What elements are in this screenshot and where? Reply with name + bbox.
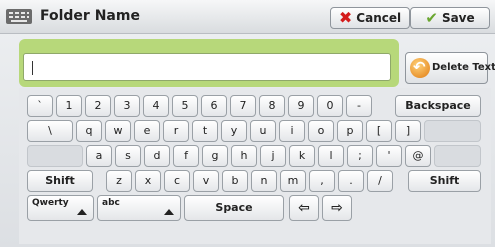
key[interactable]: w [105,120,131,142]
key[interactable]: 8 [259,95,285,117]
layout-label: Qwerty [32,198,69,208]
key[interactable]: s [115,145,141,167]
key[interactable]: 5 [172,95,198,117]
triangle-up-icon [164,209,174,215]
key[interactable]: u [250,120,276,142]
key[interactable]: d [144,145,170,167]
key[interactable]: 1 [56,95,82,117]
key[interactable]: i [279,120,305,142]
keyboard-icon [6,9,32,24]
key[interactable]: [ [366,120,392,142]
key[interactable]: ` [27,95,53,117]
key[interactable]: r [163,120,189,142]
key[interactable]: , [309,170,335,192]
key[interactable]: q [76,120,102,142]
key[interactable]: . [338,170,364,192]
cancel-button[interactable]: ✖ Cancel [330,7,410,29]
blank-key [424,120,481,142]
key[interactable]: ] [395,120,421,142]
key[interactable]: l [318,145,344,167]
key[interactable]: g [202,145,228,167]
key[interactable]: o [308,120,334,142]
key[interactable]: 3 [114,95,140,117]
delete-text-button[interactable]: Delete Text [405,52,495,84]
key[interactable]: t [192,120,218,142]
on-screen-keyboard: ` 1 2 3 4 5 6 7 8 9 0 - Backspace \ q w … [19,88,491,244]
save-button[interactable]: ✔ Save [410,7,490,29]
check-icon: ✔ [425,8,438,27]
text-caret [32,61,33,75]
key[interactable]: z [106,170,132,192]
key[interactable]: f [173,145,199,167]
left-arrow-key[interactable]: ⇦ [289,195,319,221]
blank-key [27,145,83,167]
key[interactable]: j [260,145,286,167]
undo-icon [410,58,430,78]
layout-select-qwerty[interactable]: Qwerty [27,195,94,221]
key[interactable]: b [222,170,248,192]
page-title: Folder Name [40,8,140,24]
cancel-label: Cancel [356,11,402,25]
header-bar: Folder Name ✖ Cancel ✔ Save [0,0,495,34]
key[interactable]: e [134,120,160,142]
key[interactable]: ' [376,145,402,167]
triangle-up-icon [77,209,87,215]
key[interactable]: - [346,95,372,117]
key[interactable]: 4 [143,95,169,117]
shift-left-key[interactable]: Shift [27,170,93,192]
key[interactable]: x [135,170,161,192]
key[interactable]: 7 [230,95,256,117]
key[interactable]: k [289,145,315,167]
key[interactable]: h [231,145,257,167]
key[interactable]: y [221,120,247,142]
key[interactable]: 2 [85,95,111,117]
close-icon: ✖ [338,8,353,27]
blank-key [434,145,481,167]
key[interactable]: p [337,120,363,142]
key[interactable]: a [86,145,112,167]
arrow-right-icon: ⇨ [331,200,343,216]
key[interactable]: c [164,170,190,192]
arrow-left-icon: ⇦ [298,200,310,216]
charset-select-abc[interactable]: abc [97,195,181,221]
space-key[interactable]: Space [184,195,284,221]
key[interactable]: 0 [317,95,343,117]
key[interactable]: @ [405,145,431,167]
charset-label: abc [102,198,120,208]
save-label: Save [441,11,475,25]
key[interactable]: v [193,170,219,192]
folder-name-input[interactable] [23,53,391,81]
key[interactable]: n [251,170,277,192]
key[interactable]: / [367,170,393,192]
delete-text-label: Delete Text [432,62,495,73]
key[interactable]: ; [347,145,373,167]
right-arrow-key[interactable]: ⇨ [322,195,352,221]
key[interactable]: 6 [201,95,227,117]
shift-right-key[interactable]: Shift [408,170,481,192]
keyboard-screen: Folder Name ✖ Cancel ✔ Save Delete Text … [0,0,495,247]
key[interactable]: m [280,170,306,192]
key[interactable]: \ [27,120,73,142]
backspace-key[interactable]: Backspace [395,95,481,117]
key[interactable]: 9 [288,95,314,117]
